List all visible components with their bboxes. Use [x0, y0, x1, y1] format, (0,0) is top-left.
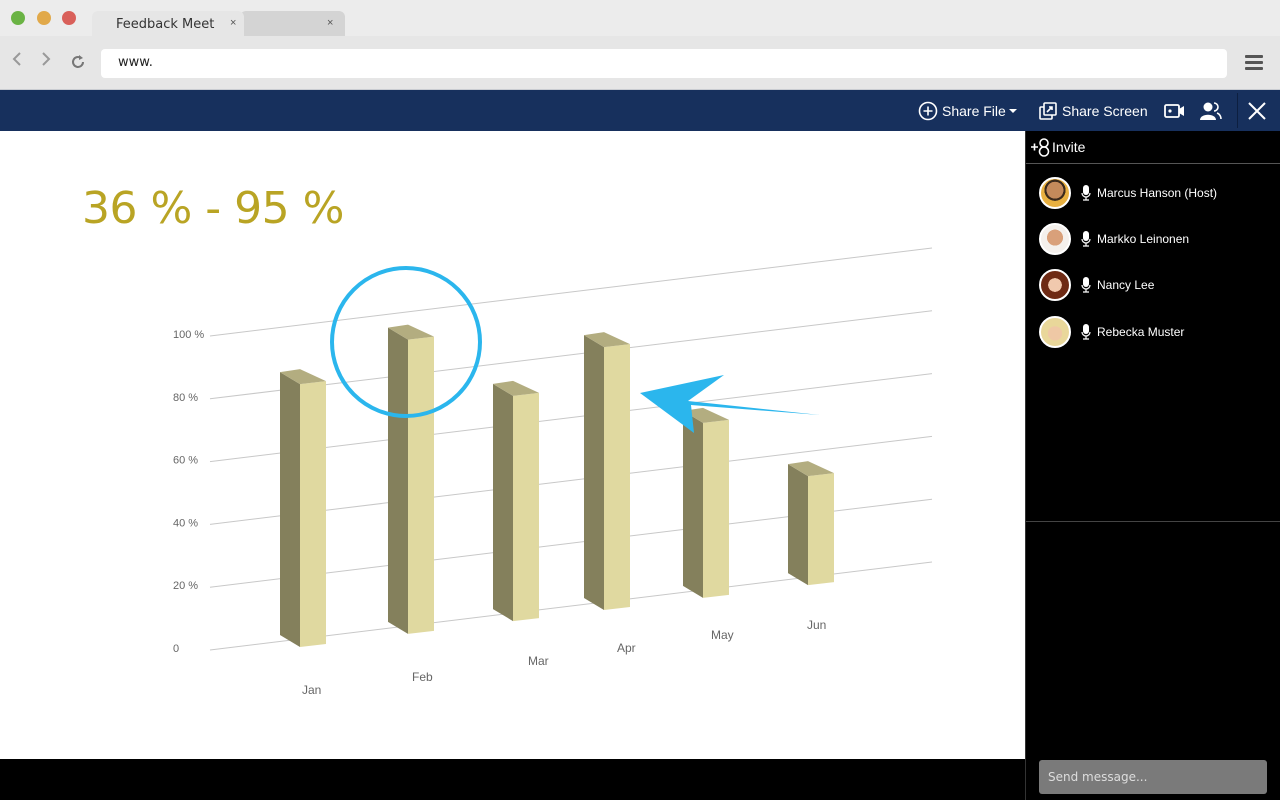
- toolbar-divider: [1237, 93, 1238, 128]
- bottom-bar: [0, 759, 1025, 800]
- divider: [1026, 163, 1280, 164]
- address-bar[interactable]: www.: [101, 49, 1227, 78]
- x-tick-label: Apr: [617, 641, 636, 655]
- y-tick-label: 40 %: [173, 517, 198, 529]
- bar-mar: [493, 380, 539, 622]
- participant-name: Marcus Hanson (Host): [1097, 186, 1218, 200]
- share-file-label: Share File: [942, 102, 1006, 119]
- y-tick-label: 0: [173, 643, 179, 655]
- browser-chrome: × Feedback Meet × www.: [0, 0, 1280, 90]
- microphone-icon[interactable]: [1081, 277, 1091, 293]
- x-tick-label: Mar: [528, 654, 549, 668]
- bar-apr: [584, 332, 630, 610]
- x-tick-label: May: [711, 628, 734, 642]
- participants-button[interactable]: [1199, 90, 1227, 131]
- bar-front: [513, 392, 539, 622]
- message-input[interactable]: [1039, 760, 1267, 794]
- invite-label: Invite: [1052, 139, 1086, 155]
- avatar: [1039, 316, 1071, 348]
- participant-item[interactable]: Nancy Lee: [1039, 268, 1154, 302]
- share-file-button[interactable]: Share File: [918, 90, 1024, 131]
- presentation-area: 36 % - 95 % 0 20 % 40 % 60 % 80 % 100 % Jan Fe…: [0, 131, 1025, 759]
- x-tick-label: Jun: [807, 618, 826, 632]
- bar-front: [300, 381, 326, 648]
- participant-name: Markko Leinonen: [1097, 232, 1190, 246]
- window-minimize-button[interactable]: [37, 11, 51, 25]
- forward-icon[interactable]: [40, 51, 52, 72]
- microphone-icon[interactable]: [1081, 231, 1091, 247]
- participant-item[interactable]: Rebecka Muster: [1039, 315, 1184, 349]
- bar-jan: [280, 369, 326, 648]
- add-user-icon: [1031, 138, 1050, 157]
- x-tick-label: Jan: [302, 683, 321, 697]
- invite-button[interactable]: Invite: [1030, 137, 1085, 157]
- tab-close-icon[interactable]: ×: [327, 17, 333, 29]
- tab-strip: × Feedback Meet ×: [0, 0, 1280, 36]
- caret-down-icon: [1008, 108, 1017, 113]
- video-camera-icon: [1164, 103, 1184, 118]
- users-icon: [1200, 101, 1222, 120]
- y-tick-label: 60 %: [173, 455, 198, 467]
- reload-icon[interactable]: [69, 53, 87, 76]
- share-screen-label: Share Screen: [1062, 102, 1148, 119]
- microphone-icon[interactable]: [1081, 324, 1091, 340]
- plus-circle-icon: [918, 101, 938, 120]
- share-screen-icon: [1039, 101, 1057, 120]
- bar-front: [703, 419, 729, 598]
- tab-title: Feedback Meet: [116, 17, 215, 32]
- bar-side: [388, 327, 408, 634]
- divider: [1026, 521, 1280, 522]
- bar-side: [683, 410, 703, 598]
- tab-close-icon[interactable]: ×: [230, 17, 236, 29]
- y-tick-label: 20 %: [173, 580, 198, 592]
- y-tick-label: 100 %: [173, 329, 204, 341]
- bar-front: [408, 336, 434, 634]
- share-screen-button[interactable]: Share Screen: [1038, 90, 1148, 131]
- participant-name: Rebecka Muster: [1097, 325, 1185, 339]
- close-icon: [1248, 101, 1266, 120]
- bar-side: [493, 383, 513, 622]
- gridline: [209, 247, 933, 337]
- bar-jun: [788, 461, 834, 586]
- avatar: [1039, 177, 1071, 209]
- participant-item[interactable]: Marcus Hanson (Host): [1039, 176, 1217, 210]
- bar-feb: [388, 324, 434, 634]
- bar-may: [683, 407, 729, 598]
- video-camera-button[interactable]: [1164, 90, 1190, 131]
- bar-front: [808, 473, 834, 586]
- browser-tab-active[interactable]: Feedback Meet ×: [92, 11, 244, 36]
- participant-name: Nancy Lee: [1097, 278, 1155, 292]
- bar-side: [584, 335, 604, 610]
- browser-menu-icon[interactable]: [1245, 55, 1263, 71]
- arrow-annotation: [640, 375, 820, 433]
- bar-side: [280, 372, 300, 648]
- x-tick-label: Feb: [412, 670, 433, 684]
- app-toolbar: Share File Share Screen: [0, 90, 1280, 131]
- browser-tab-2[interactable]: ×: [240, 11, 345, 36]
- participants-panel: Invite Marcus Hanson (Host) Markko Leino…: [1025, 131, 1280, 800]
- avatar: [1039, 269, 1071, 301]
- avatar: [1039, 223, 1071, 255]
- window-close-button[interactable]: [62, 11, 76, 25]
- window-zoom-button[interactable]: [11, 11, 25, 25]
- bar-chart-3d: 0 20 % 40 % 60 % 80 % 100 % Jan Feb Mar Apr May Ju…: [173, 247, 933, 697]
- close-meeting-button[interactable]: [1247, 90, 1271, 131]
- y-tick-label: 80 %: [173, 392, 198, 404]
- bar-side: [788, 464, 808, 586]
- back-icon[interactable]: [11, 51, 23, 72]
- nav-bar: www.: [0, 36, 1280, 90]
- participant-item[interactable]: Markko Leinonen: [1039, 222, 1189, 256]
- microphone-icon[interactable]: [1081, 185, 1091, 201]
- bar-front: [604, 344, 630, 610]
